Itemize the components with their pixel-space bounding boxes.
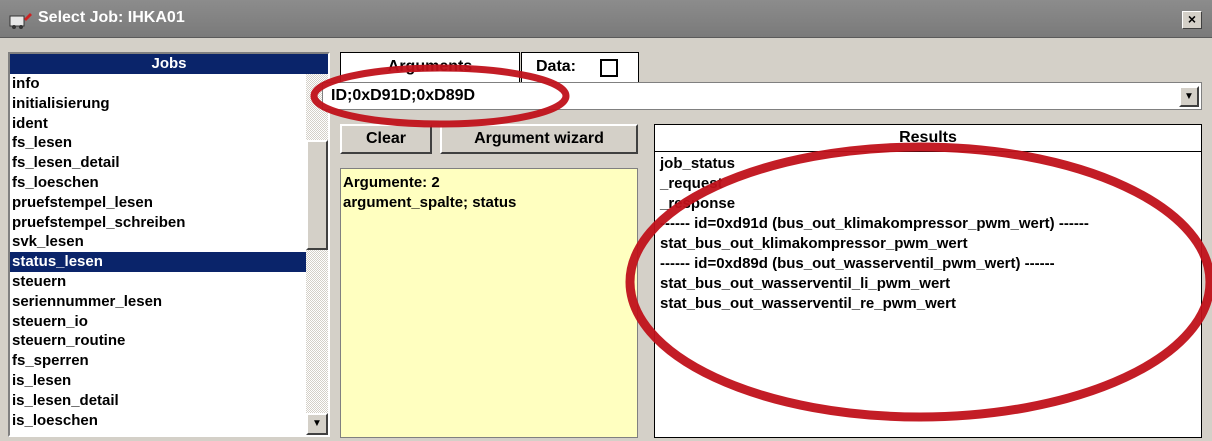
result-item[interactable]: stat_bus_out_wasserventil_re_pwm_wert (660, 294, 1196, 314)
argument-count: Argumente: 2 (343, 174, 440, 191)
results-header: Results (654, 124, 1202, 152)
title-bar: Select Job: IHKA01 × (0, 0, 1212, 38)
job-item[interactable]: is_lesen_detail (10, 391, 306, 411)
data-checkbox[interactable] (600, 59, 618, 77)
job-item[interactable]: svk_lesen (10, 232, 306, 252)
job-item[interactable]: is_loeschen (10, 411, 306, 431)
tab-data[interactable]: Data: (521, 52, 639, 82)
dropdown-arrow-icon[interactable]: ▼ (1179, 86, 1199, 107)
job-item[interactable]: info (10, 74, 306, 94)
argument-info-panel: Argumente: 2 argument_spalte; status (340, 168, 638, 438)
job-item[interactable]: is_lesen (10, 371, 306, 391)
result-item[interactable]: ------ id=0xd91d (bus_out_klimakompresso… (660, 214, 1196, 234)
argument-combobox[interactable]: ID;0xD91D;0xD89D ▼ (322, 82, 1202, 110)
result-item[interactable]: stat_bus_out_klimakompressor_pwm_wert (660, 234, 1196, 254)
window-title: Select Job: IHKA01 (38, 9, 185, 26)
jobs-scrollbar[interactable]: ▼ (306, 74, 328, 435)
argument-wizard-button[interactable]: Argument wizard (440, 124, 638, 154)
scroll-down-arrow-icon[interactable]: ▼ (306, 413, 328, 435)
argument-value[interactable]: ID;0xD91D;0xD89D (331, 87, 475, 105)
job-item[interactable]: steuern_io (10, 312, 306, 332)
clear-button[interactable]: Clear (340, 124, 432, 154)
close-button[interactable]: × (1182, 11, 1202, 29)
job-item[interactable]: fs_lesen (10, 133, 306, 153)
job-item[interactable]: fs_lesen_detail (10, 153, 306, 173)
jobs-header: Jobs (10, 54, 328, 74)
result-item[interactable]: _request (660, 174, 1196, 194)
result-item[interactable]: job_status (660, 154, 1196, 174)
job-item[interactable]: pruefstempel_schreiben (10, 213, 306, 233)
jobs-list: info initialisierung ident fs_lesen fs_lesen… (10, 74, 306, 430)
scroll-thumb[interactable] (306, 140, 328, 250)
job-item[interactable]: fs_loeschen (10, 173, 306, 193)
job-item[interactable]: fs_sperren (10, 351, 306, 371)
job-item[interactable]: steuern (10, 272, 306, 292)
result-item[interactable]: ------ id=0xd89d (bus_out_wasserventil_p… (660, 254, 1196, 274)
app-icon (9, 13, 32, 29)
job-item[interactable]: initialisierung (10, 94, 306, 114)
jobs-panel: Jobs info initialisierung ident fs_lesen fs_… (8, 52, 330, 437)
job-item[interactable]: pruefstempel_lesen (10, 193, 306, 213)
job-item[interactable]: ident (10, 114, 306, 134)
results-list: job_status _request _response ------ id=0xd… (654, 152, 1202, 438)
job-item[interactable]: steuern_routine (10, 331, 306, 351)
data-label: Data: (536, 58, 577, 75)
job-item[interactable]: seriennummer_lesen (10, 292, 306, 312)
job-item[interactable]: status_lesen (10, 252, 306, 272)
tab-arguments[interactable]: Arguments (340, 52, 520, 82)
result-item[interactable]: _response (660, 194, 1196, 214)
result-item[interactable]: stat_bus_out_wasserventil_li_pwm_wert (660, 274, 1196, 294)
argument-names: argument_spalte; status (343, 194, 517, 211)
